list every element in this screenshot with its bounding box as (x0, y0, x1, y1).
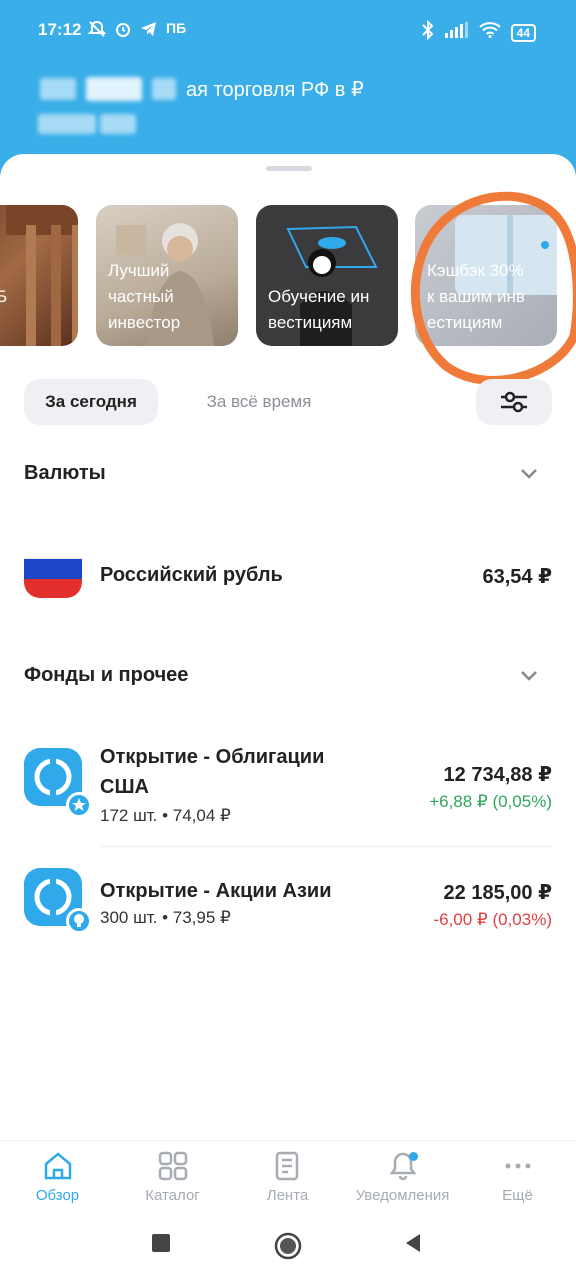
more-dots-icon (505, 1163, 530, 1169)
nav-notifications[interactable]: Уведомления (345, 1149, 460, 1204)
fund-details: 300 шт. • 73,95 ₽ (100, 908, 231, 927)
nav-more[interactable]: Ещё (460, 1149, 575, 1204)
portfolio-title: ая торговля РФ в ₽ (186, 78, 364, 101)
story-card-education[interactable]: Обучение ин вестициям (256, 205, 398, 346)
currency-value: 63,54 ₽ (482, 566, 552, 588)
chevron-down-icon[interactable] (518, 664, 540, 686)
nav-catalog[interactable]: Каталог (115, 1149, 230, 1204)
wifi-icon (478, 22, 501, 43)
home-icon (44, 1152, 71, 1180)
fund-name[interactable]: Открытие - Акции Азии (100, 876, 332, 906)
news-icon (275, 1151, 298, 1181)
filter-icon (501, 391, 527, 413)
star-badge-icon (66, 792, 92, 818)
status-bar: 17:12 ПБ 44 (0, 0, 576, 64)
russia-flag-icon (24, 540, 82, 598)
story-text: Лучший частный инвестор (108, 261, 181, 332)
bulb-badge-icon (66, 908, 92, 934)
section-currencies-title[interactable]: Валюты (24, 462, 106, 485)
fund-details: 172 шт. • 74,04 ₽ (100, 806, 231, 825)
system-navigation (0, 1220, 576, 1280)
portfolio-sheet: на СПБ е Лучший частный инвестор Обучени… (0, 154, 576, 1140)
blurred-balance (38, 114, 137, 139)
alarm-icon (114, 20, 132, 43)
blurred-text (40, 78, 76, 100)
status-time: 17:12 (38, 20, 82, 39)
back-button[interactable] (402, 1232, 424, 1254)
recents-button[interactable] (150, 1232, 172, 1254)
notification-dot (409, 1152, 418, 1161)
nav-feed[interactable]: Лента (230, 1149, 345, 1204)
row-divider (100, 846, 552, 847)
tab-today[interactable]: За сегодня (24, 379, 158, 425)
nav-overview[interactable]: Обзор (0, 1149, 115, 1204)
chevron-down-icon[interactable] (518, 462, 540, 484)
fund-change: +6,88 ₽ (0,05%) (429, 792, 552, 811)
home-button[interactable] (274, 1232, 302, 1260)
story-text: на СПБ е (0, 287, 8, 306)
fund-name[interactable]: Открытие - Облигации США (100, 742, 324, 802)
fund-value: 12 734,88 ₽ (443, 764, 552, 786)
blurred-text (86, 77, 142, 101)
blurred-text (152, 78, 176, 100)
fund-value: 22 185,00 ₽ (443, 882, 552, 904)
battery-icon: 44 (510, 23, 536, 42)
silent-icon (87, 20, 107, 43)
filter-button[interactable] (476, 379, 552, 425)
bottom-navigation: Обзор Каталог Лента Уведомления Ещё (0, 1140, 576, 1220)
carrier-badge: ПБ (166, 20, 187, 36)
fund-change: -6,00 ₽ (0,03%) (433, 910, 552, 929)
telegram-icon (140, 20, 158, 43)
signal-icon (444, 22, 469, 43)
story-card-spb[interactable]: на СПБ е (0, 205, 78, 346)
story-text: Обучение ин вестициям (268, 287, 370, 332)
tab-all-time[interactable]: За всё время (182, 379, 336, 425)
bluetooth-icon (421, 19, 435, 45)
currency-name[interactable]: Российский рубль (100, 560, 283, 590)
grid-icon (158, 1151, 187, 1181)
annotation-circle (410, 191, 576, 385)
sheet-handle[interactable] (266, 166, 312, 171)
story-card-best-investor[interactable]: Лучший частный инвестор (96, 205, 238, 346)
section-funds-title[interactable]: Фонды и прочее (24, 664, 188, 687)
portfolio-header[interactable]: ая торговля РФ в ₽ (40, 76, 364, 102)
